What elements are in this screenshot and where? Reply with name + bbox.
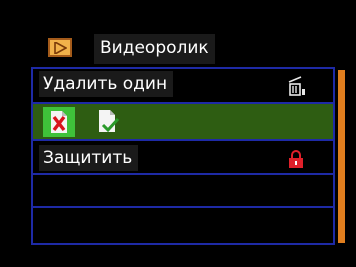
menu-item-empty [33, 206, 333, 243]
menu-item-selected[interactable] [33, 102, 333, 139]
menu-item-label: Защитить [39, 145, 139, 171]
lock-icon [289, 150, 303, 172]
menu-item-empty [33, 173, 333, 206]
video-play-icon [48, 38, 72, 57]
menu-item-delete-one[interactable]: Удалить один [33, 69, 333, 102]
scrollbar[interactable] [338, 70, 345, 243]
menu-item-protect[interactable]: Защитить [33, 139, 333, 173]
file-check-icon[interactable] [99, 110, 120, 138]
file-delete-button[interactable] [43, 107, 75, 137]
camera-menu-screen: Видеоролик Удалить один Защитить [0, 0, 356, 267]
menu-panel: Удалить один Защитить [31, 67, 335, 245]
menu-title: Видеоролик [94, 34, 215, 64]
menu-item-label: Удалить один [39, 71, 174, 97]
trash-icon [285, 75, 307, 101]
